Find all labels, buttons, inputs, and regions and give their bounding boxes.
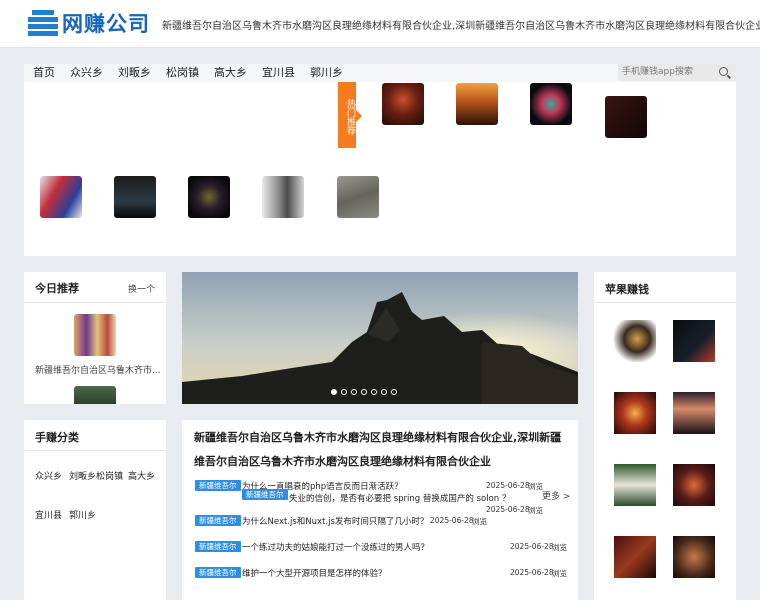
carousel-dot-2[interactable] [341, 389, 347, 395]
carousel-dot-6[interactable] [381, 389, 387, 395]
banner-image [182, 272, 578, 404]
news-views: 浏览 [528, 506, 543, 515]
apple-earn-title: 苹果赚钱 [605, 283, 649, 296]
news-views: 浏览 [528, 482, 543, 491]
today-thumb-2[interactable] [74, 386, 116, 404]
news-title[interactable]: 维护一个大型开源项目是怎样的体验？ [242, 567, 387, 579]
category-guochuan[interactable]: 郭川乡 [69, 508, 96, 521]
apple-thumb-4[interactable] [673, 392, 715, 434]
nav-item-liufan[interactable]: 刘畈乡 [118, 64, 151, 82]
nav-item-songgang[interactable]: 松岗镇 [166, 64, 199, 82]
hot-thumb-4[interactable] [605, 96, 647, 138]
news-heading[interactable]: 新疆维吾尔自治区乌鲁木齐市水磨沟区良理绝缘材料有限合伙企业,深圳新疆维吾尔自治区… [194, 426, 566, 474]
carousel-dot-5[interactable] [371, 389, 377, 395]
nav-item-guochuan[interactable]: 郭川乡 [310, 64, 343, 82]
apple-thumb-3[interactable] [614, 392, 656, 434]
divider [24, 302, 166, 303]
hot-thumb-5[interactable] [40, 176, 82, 218]
apple-thumb-8[interactable] [673, 536, 715, 578]
more-link[interactable]: 更多 > [542, 489, 570, 502]
category-title: 手赚分类 [35, 431, 79, 444]
hot-thumb-3[interactable] [530, 83, 572, 125]
hot-thumb-2[interactable] [456, 83, 498, 125]
carousel-dot-7[interactable] [391, 389, 397, 395]
today-thumb[interactable] [74, 314, 116, 356]
hot-panel [24, 64, 736, 256]
carousel-dot-4[interactable] [361, 389, 367, 395]
news-tag[interactable]: 新疆维吾尔 [195, 515, 241, 526]
category-yichuan[interactable]: 宜川县 [35, 508, 62, 521]
hot-recommend-tag: 热门推荐 [338, 82, 362, 148]
site-logo[interactable]: 网赚公司 [28, 8, 150, 38]
switch-button[interactable]: 换一个 [128, 282, 155, 295]
nav-item-home[interactable]: 首页 [33, 64, 55, 82]
divider [24, 450, 166, 451]
apple-thumb-2[interactable] [673, 320, 715, 362]
news-date: 2025-06-28 [510, 542, 554, 551]
news-date: 2025-06-28 [510, 568, 554, 577]
nav-item-gaoda[interactable]: 高大乡 [214, 64, 247, 82]
apple-thumb-5[interactable] [614, 464, 656, 506]
carousel-dot-1[interactable] [331, 389, 337, 395]
news-tag[interactable]: 新疆维吾尔 [242, 489, 288, 500]
header-title: 新疆维吾尔自治区乌鲁木齐市水磨沟区良理绝缘材料有限合伙企业,深圳新疆维吾尔自治区… [162, 21, 760, 32]
nav-item-zhongxing[interactable]: 众兴乡 [70, 64, 103, 82]
news-title[interactable]: 一个练过功夫的姑娘能打过一个没练过的男人吗？ [242, 541, 429, 553]
divider [594, 302, 736, 303]
hot-thumb-6[interactable] [114, 176, 156, 218]
banner-carousel[interactable] [182, 272, 578, 404]
category-gaoda[interactable]: 高大乡 [128, 469, 155, 482]
hot-thumb-8[interactable] [262, 176, 304, 218]
category-zhongxing[interactable]: 众兴乡 [35, 469, 62, 482]
apple-thumb-6[interactable] [673, 464, 715, 506]
search-icon[interactable] [719, 67, 728, 76]
hot-thumb-7[interactable] [188, 176, 230, 218]
logo-icon [28, 10, 58, 36]
today-caption[interactable]: 新疆维吾尔自治区乌鲁木齐市... [35, 363, 160, 376]
logo-text: 网赚公司 [62, 12, 150, 36]
news-tag[interactable]: 新疆维吾尔 [195, 567, 241, 578]
apple-thumb-1[interactable] [614, 320, 656, 362]
search-box [618, 63, 736, 81]
news-date: 2025-06-28 [486, 481, 530, 490]
news-views: 浏览 [552, 543, 567, 552]
hot-thumb-1[interactable] [382, 83, 424, 125]
news-tag[interactable]: 新疆维吾尔 [195, 480, 241, 491]
nav-item-yichuan[interactable]: 宜川县 [262, 64, 295, 82]
news-tag[interactable]: 新疆维吾尔 [195, 541, 241, 552]
category-liufan-songgang[interactable]: 刘畈乡松岗镇 [69, 469, 123, 482]
news-views: 浏览 [552, 569, 567, 578]
news-date: 2025-06-28 [486, 505, 530, 514]
news-views: 浏览 [472, 517, 487, 526]
news-title[interactable]: 失业的信创，是否有必要把 spring 替换成国产的 solon ？ [289, 492, 510, 504]
hot-thumb-9[interactable] [337, 176, 379, 218]
today-title: 今日推荐 [35, 282, 79, 295]
news-date: 2025-06-28 [430, 516, 474, 525]
search-input[interactable] [622, 65, 714, 79]
apple-thumb-7[interactable] [614, 536, 656, 578]
carousel-dot-3[interactable] [351, 389, 357, 395]
news-title[interactable]: 为什么Next.js和Nuxt.js发布时间只隔了几小时？ [242, 515, 428, 527]
